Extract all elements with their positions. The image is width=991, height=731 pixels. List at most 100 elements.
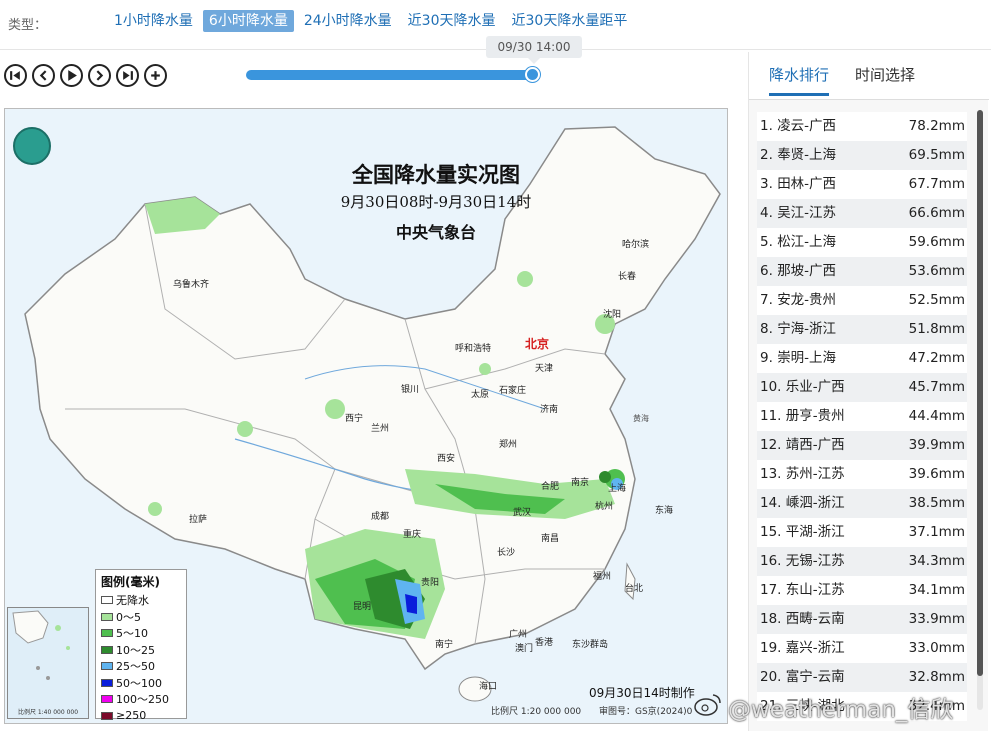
ranking-row[interactable]: 5. 松江-上海 59.6mm [757,228,967,257]
ranking-station-name: 田林-广西 [777,176,837,192]
ranking-row[interactable]: 17. 东山-江苏 34.1mm [757,576,967,605]
east-sea-label: 黄海 [633,413,649,423]
ranking-value: 47.2mm [908,350,965,366]
ranking-row[interactable]: 18. 西畴-云南 33.9mm [757,605,967,634]
play-icon[interactable] [60,64,83,87]
ranking-row[interactable]: 4. 吴江-江苏 66.6mm [757,199,967,228]
ranking-station: 3. 田林-广西 [760,170,836,199]
legend-item: 无降水 [101,592,181,609]
ranking-station: 10. 乐业-广西 [760,373,845,402]
ranking-station-name: 东山-江苏 [785,582,845,598]
ranking-number: 11. [760,408,782,424]
ranking-station-name: 嘉兴-浙江 [785,640,845,656]
map-scale: 比例尺 1:20 000 000 [491,707,582,717]
next-icon[interactable] [88,64,111,87]
city-xian: 西安 [437,454,456,464]
ranking-value: 69.5mm [908,147,965,163]
ranking-row[interactable]: 9. 崇明-上海 47.2mm [757,344,967,373]
ranking-row[interactable]: 1. 凌云-广西 78.2mm [757,112,967,141]
ranking-value: 51.8mm [908,321,965,337]
legend-item: 100～250 [101,691,181,708]
ranking-value: 34.1mm [908,582,965,598]
ranking-row[interactable]: 19. 嘉兴-浙江 33.0mm [757,634,967,663]
type-label: 类型： [8,18,48,33]
ranking-number: 16. [760,553,782,569]
city-hefei: 合肥 [541,482,560,492]
legend-label: 0～5 [116,610,141,624]
legend-label: 50～100 [116,676,162,690]
city-taiyuan: 太原 [471,390,490,400]
ranking-station: 12. 靖西-广西 [760,431,845,460]
type-tab-24h[interactable]: 24小时降水量 [298,10,398,32]
ranking-row[interactable]: 10. 乐业-广西 45.7mm [757,373,967,402]
ranking-number: 15. [760,524,782,540]
type-tab-30d[interactable]: 近30天降水量 [402,10,502,32]
map-made-time: 09月30日14时制作 [589,686,695,700]
city-yinchuan: 银川 [401,385,420,395]
legend-item: 50～100 [101,675,181,692]
type-tab-30d-anomaly[interactable]: 近30天降水量距平 [506,10,634,32]
ranking-station-name: 安龙-贵州 [777,292,837,308]
city-chengdu: 成都 [371,512,390,522]
ranking-row[interactable]: 14. 嵊泗-浙江 38.5mm [757,489,967,518]
ranking-station-name: 靖西-广西 [785,437,845,453]
ranking-row[interactable]: 20. 富宁-云南 32.8mm [757,663,967,692]
ranking-value: 34.3mm [908,553,965,569]
type-tabs: 1小时降水量 6小时降水量 24小时降水量 近30天降水量 近30天降水量距平 [108,10,633,32]
ranking-station-name: 那坡-广西 [777,263,837,279]
ranking-station: 6. 那坡-广西 [760,257,836,286]
ranking-row[interactable]: 11. 册亨-贵州 44.4mm [757,402,967,431]
city-jinan: 济南 [540,405,559,415]
ranking-station: 14. 嵊泗-浙江 [760,489,845,518]
legend-label: 25～50 [116,660,155,674]
type-tab-1h[interactable]: 1小时降水量 [108,10,199,32]
ranking-value: 38.5mm [908,495,965,511]
ranking-station: 2. 奉贤-上海 [760,141,836,170]
ranking-station: 7. 安龙-贵州 [760,286,836,315]
ranking-row[interactable]: 6. 那坡-广西 53.6mm [757,257,967,286]
skip-start-icon[interactable] [4,64,27,87]
ranking-station-name: 嵊泗-浙江 [785,495,845,511]
ranking-row[interactable]: 8. 宁海-浙江 51.8mm [757,315,967,344]
ranking-row[interactable]: 15. 平湖-浙江 37.1mm [757,518,967,547]
ranking-row[interactable]: 2. 奉贤-上海 69.5mm [757,141,967,170]
ranking-row[interactable]: 3. 田林-广西 67.7mm [757,170,967,199]
city-chongqing: 重庆 [403,530,422,540]
slider-thumb[interactable] [525,67,540,82]
ranking-station: 9. 崇明-上海 [760,344,836,373]
ranking-row[interactable]: 7. 安龙-贵州 52.5mm [757,286,967,315]
ranking-number: 5. [760,234,773,250]
slider-track[interactable] [246,70,536,80]
ranking-row[interactable]: 12. 靖西-广西 39.9mm [757,431,967,460]
ranking-panel: 降水排行 时间选择 1. 凌云-广西 78.2mm 2. 奉贤-上海 69.5mm 3.… [748,52,989,731]
precipitation-map: 黄海 全国降水量实况图 9月30日08时-9月30日14时 中央气象台 乌鲁木齐… [4,108,728,724]
prev-icon[interactable] [32,64,55,87]
ranking-station-name: 无锡-江苏 [785,553,845,569]
time-tooltip: 09/30 14:00 [486,36,582,64]
ranking-station-name: 册亨-贵州 [785,408,845,424]
ranking-number: 1. [760,118,773,134]
type-tab-6h[interactable]: 6小时降水量 [202,10,294,32]
skip-end-icon[interactable] [116,64,139,87]
legend-swatch [101,629,113,638]
ranking-row[interactable]: 13. 苏州-江苏 39.6mm [757,460,967,489]
ranking-row[interactable]: 16. 无锡-江苏 34.3mm [757,547,967,576]
ranking-list: 1. 凌云-广西 78.2mm 2. 奉贤-上海 69.5mm 3. 田林-广西 67.7… [757,112,967,721]
legend-swatch [101,695,113,704]
ranking-station-name: 西畴-云南 [785,611,845,627]
city-hangzhou: 杭州 [595,502,614,512]
zoom-in-icon[interactable] [144,64,167,87]
ranking-value: 39.6mm [908,466,965,482]
tab-time-select[interactable]: 时间选择 [855,64,915,93]
ranking-scroll-thumb[interactable] [977,110,983,676]
tab-precip-ranking[interactable]: 降水排行 [769,64,830,96]
ranking-value: 53.6mm [908,263,965,279]
ranking-station-name: 松江-上海 [777,234,837,250]
ranking-station-name: 吴江-江苏 [777,205,837,221]
ranking-scrollbar[interactable] [977,110,983,710]
city-wuhan: 武汉 [513,508,532,518]
time-slider[interactable] [246,67,542,82]
legend-title: 图例(毫米) [101,575,160,589]
ranking-station: 17. 东山-江苏 [760,576,845,605]
map-legend: 图例(毫米) 无降水 0～5 5～10 10～25 25～50 50～100 100～250… [95,569,187,722]
